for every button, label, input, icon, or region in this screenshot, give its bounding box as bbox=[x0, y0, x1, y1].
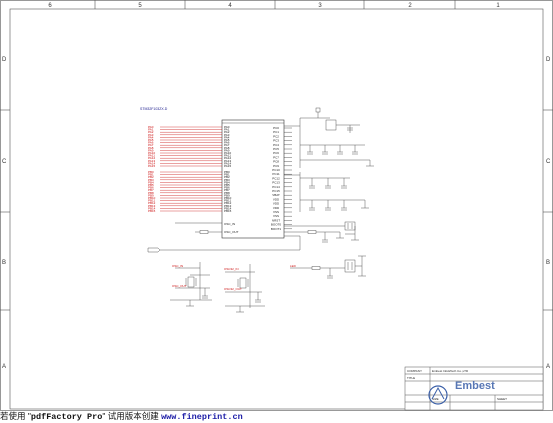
schematic-sheet: 6 5 4 3 2 1 D C B A D C B A STM32F103ZX.… bbox=[0, 0, 553, 411]
osc-in-label: OSC_IN bbox=[224, 222, 235, 226]
porta-pin-row: PA5 PA5 bbox=[148, 138, 230, 142]
footer-link[interactable]: www.fineprint.cn bbox=[161, 412, 243, 422]
zone-col-4: 4 bbox=[228, 3, 232, 9]
porta-pin-row: PA11 PA11 bbox=[148, 154, 231, 158]
zone-row-d-right: D bbox=[546, 57, 551, 63]
led-jumper-cluster bbox=[290, 255, 366, 279]
porta-pin-row: PA7 PA7 bbox=[148, 143, 230, 147]
zone-row-a-left: A bbox=[2, 364, 6, 370]
title-block-company-value: Embest Info&Tech Co.,LTD bbox=[432, 369, 469, 373]
boot-reset-cluster bbox=[284, 221, 359, 243]
title-block-company-label: COMPANY bbox=[407, 369, 422, 373]
portb-pin-row: PB9 PB9 bbox=[148, 193, 230, 197]
osc-resistor bbox=[199, 230, 209, 234]
zone-row-d-left: D bbox=[2, 57, 7, 63]
zone-row-c-left: C bbox=[2, 159, 7, 165]
porta-pin-row: PA13 PA13 bbox=[148, 159, 231, 163]
porta-pin-row: PA6 PA6 bbox=[148, 141, 230, 145]
osc-out-label: OSC_OUT bbox=[224, 230, 239, 234]
porta-pin-row: PA8 PA8 bbox=[148, 146, 230, 150]
portb-pin-row: PB13 PB13 bbox=[148, 204, 232, 208]
vbat-supply-cluster bbox=[284, 107, 374, 168]
porta-pin-row: PA9 PA9 bbox=[148, 148, 230, 152]
porta-pin-row: PA12 PA12 bbox=[148, 156, 231, 160]
porta-pin-row: PA4 PA4 bbox=[148, 135, 230, 139]
left-top-net-group: PA0 PA0PA1 PA1PA2 PA2PA3 PA3PA4 PA4PA5 PA5PA6 P… bbox=[148, 125, 231, 168]
title-block-sheet-label: SHEET bbox=[497, 397, 507, 401]
footer-prefix: 若使用 " bbox=[0, 411, 31, 421]
footer-middle: " 试用版本创建 bbox=[102, 411, 162, 421]
porta-pin-row: PA10 PA10 bbox=[148, 151, 231, 155]
porta-pin-label: PA15 bbox=[224, 164, 231, 168]
portb-pin-row: PB2 PB2 bbox=[148, 175, 230, 179]
zone-row-b-left: B bbox=[2, 260, 6, 266]
osc-in-net-label: OSC_IN bbox=[172, 264, 183, 268]
chip-title: STM32F103ZX.D bbox=[140, 107, 168, 111]
left-bottom-net-group: PB0 PB0PB1 PB1PB2 PB2PB3 PB3PB4 PB4PB5 PB5PB6 P… bbox=[148, 170, 232, 213]
portb-pin-row: PB10 PB10 bbox=[148, 196, 232, 200]
porta-pin-row: PA3 PA3 bbox=[148, 133, 230, 137]
reset-net-bend bbox=[284, 235, 301, 250]
portb-pin-row: PB8 PB8 bbox=[148, 191, 230, 195]
footer-brand: pdfFactory Pro bbox=[30, 412, 103, 422]
porta-pin-row: PA1 PA1 bbox=[148, 128, 230, 132]
osc32-in-net-label: OSC32_IN bbox=[224, 267, 239, 271]
zone-row-a-right: A bbox=[546, 364, 550, 370]
zone-row-c-right: C bbox=[546, 159, 551, 165]
portb-pin-row: PB15 PB15 bbox=[148, 209, 232, 213]
portb-pin-label: PB15 bbox=[224, 209, 232, 213]
zone-row-b-right: B bbox=[546, 260, 550, 266]
portb-pin-row: PB7 PB7 bbox=[148, 188, 230, 192]
porta-pin-row: PA2 PA2 bbox=[148, 130, 230, 134]
portb-pin-row: PB0 PB0 bbox=[148, 170, 230, 174]
title-block-title-label: TITLE bbox=[407, 376, 415, 380]
svg-text:Embest: Embest bbox=[455, 380, 495, 392]
osc-out-net-label: OSC_OUT bbox=[172, 284, 187, 288]
footer-watermark: 若使用 "pdfFactory Pro" 试用版本创建 www.fineprin… bbox=[0, 411, 553, 422]
zone-col-3: 3 bbox=[318, 3, 322, 9]
zone-col-2: 2 bbox=[408, 3, 412, 9]
portb-pin-row: PB1 PB1 bbox=[148, 173, 230, 177]
zone-col-6: 6 bbox=[48, 3, 52, 9]
portb-pin-row: PB14 PB14 bbox=[148, 206, 232, 210]
portb-pin-row: PB6 PB6 bbox=[148, 186, 230, 190]
portb-pin-row: PB11 PB11 bbox=[148, 199, 231, 203]
porta-net-label: PA15 bbox=[148, 164, 155, 168]
portb-pin-row: PB4 PB4 bbox=[148, 180, 230, 184]
reset-net-port bbox=[147, 247, 161, 253]
porta-pin-row: PA14 PA14 bbox=[148, 161, 231, 165]
vdd-decoupling-cluster bbox=[284, 172, 369, 212]
portb-net-label: PB15 bbox=[148, 209, 156, 213]
led-net-label: LED bbox=[290, 264, 297, 268]
zone-col-1: 1 bbox=[496, 3, 500, 9]
porta-pin-row: PA0 PA0 bbox=[148, 125, 230, 129]
portb-pin-row: PB12 PB12 bbox=[148, 201, 232, 205]
osc32-out-net-label: OSC32_OUT bbox=[224, 287, 242, 291]
right-pin-label: BOOT1 bbox=[271, 227, 282, 231]
portb-pin-row: PB3 PB3 bbox=[148, 178, 230, 182]
portb-pin-row: PB5 PB5 bbox=[148, 183, 230, 187]
zone-col-5: 5 bbox=[138, 3, 142, 9]
porta-pin-row: PA15 PA15 bbox=[148, 164, 231, 168]
